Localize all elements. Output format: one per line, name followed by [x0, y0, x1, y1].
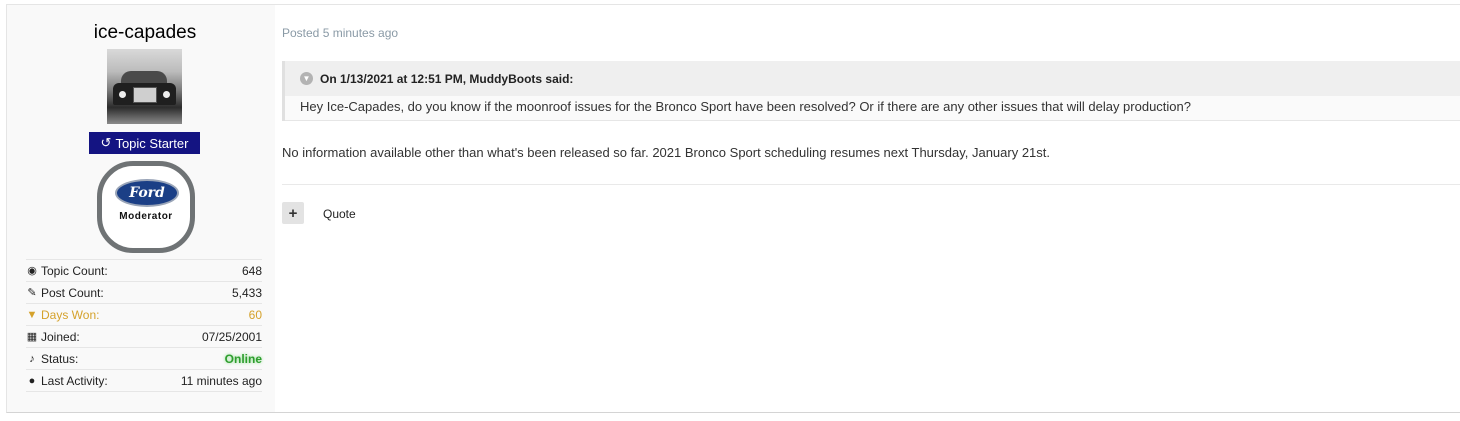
- moderator-badge: Ford Moderator: [97, 161, 195, 253]
- chevron-down-icon[interactable]: ▼: [300, 72, 313, 85]
- post-content: Posted 5 minutes ago ▼ On 1/13/2021 at 1…: [282, 5, 1460, 412]
- forum-post: ice-capades ↺ Topic Starter Ford Moderat…: [6, 4, 1460, 413]
- stat-label: Post Count:: [41, 285, 104, 300]
- ford-logo: Ford: [115, 179, 179, 207]
- stat-last-activity: ● Last Activity: 11 minutes ago: [26, 370, 262, 392]
- stat-label: Status:: [41, 351, 79, 366]
- stat-value: 5,433: [231, 285, 262, 300]
- online-status: Online: [224, 351, 262, 366]
- stat-post-count: ✎ Post Count: 5,433: [26, 282, 262, 304]
- refresh-icon: ↺: [100, 135, 112, 150]
- stat-status: ♪ Status: Online: [26, 348, 262, 370]
- stat-joined: ▦ Joined: 07/25/2001: [26, 326, 262, 348]
- post-body: No information available other than what…: [282, 145, 1051, 160]
- quote-text: Hey Ice-Capades, do you know if the moon…: [285, 96, 1460, 121]
- author-stats: ◉ Topic Count: 648 ✎ Post Count: 5,433 ▼ Da…: [26, 259, 262, 392]
- author-username[interactable]: ice-capades: [7, 22, 283, 44]
- quote-button[interactable]: Quote: [323, 207, 356, 221]
- stat-label: Joined:: [41, 329, 80, 344]
- stat-value: 11 minutes ago: [180, 373, 262, 388]
- topic-starter-badge: ↺ Topic Starter: [89, 132, 200, 154]
- edit-icon: ✎: [27, 287, 37, 299]
- bell-icon: ♪: [29, 352, 35, 365]
- stat-value: 07/25/2001: [201, 329, 262, 344]
- post-timestamp[interactable]: Posted 5 minutes ago: [282, 26, 398, 40]
- author-panel: ice-capades ↺ Topic Starter Ford Moderat…: [7, 5, 275, 412]
- quote-citation: On 1/13/2021 at 12:51 PM, MuddyBoots sai…: [320, 71, 574, 86]
- stat-value: 60: [248, 307, 262, 322]
- stat-topic-count: ◉ Topic Count: 648: [26, 259, 262, 282]
- quote-header[interactable]: ▼ On 1/13/2021 at 12:51 PM, MuddyBoots s…: [285, 61, 1460, 96]
- trophy-icon: ▼: [26, 308, 38, 321]
- author-avatar[interactable]: [107, 49, 182, 124]
- map-marker-icon: ●: [28, 374, 36, 387]
- topic-starter-label: Topic Starter: [115, 135, 189, 151]
- comments-icon: ◉: [27, 265, 37, 277]
- divider: [282, 184, 1460, 185]
- calendar-icon: ▦: [26, 331, 38, 343]
- moderator-label: Moderator: [119, 211, 173, 222]
- quote-block: ▼ On 1/13/2021 at 12:51 PM, MuddyBoots s…: [282, 61, 1460, 121]
- stat-label: Topic Count:: [41, 263, 108, 278]
- stat-label: Days Won:: [41, 307, 100, 322]
- stat-label: Last Activity:: [41, 373, 108, 388]
- stat-days-won: ▼ Days Won: 60: [26, 304, 262, 326]
- stat-value: 648: [241, 263, 262, 278]
- multiquote-button[interactable]: +: [282, 202, 304, 224]
